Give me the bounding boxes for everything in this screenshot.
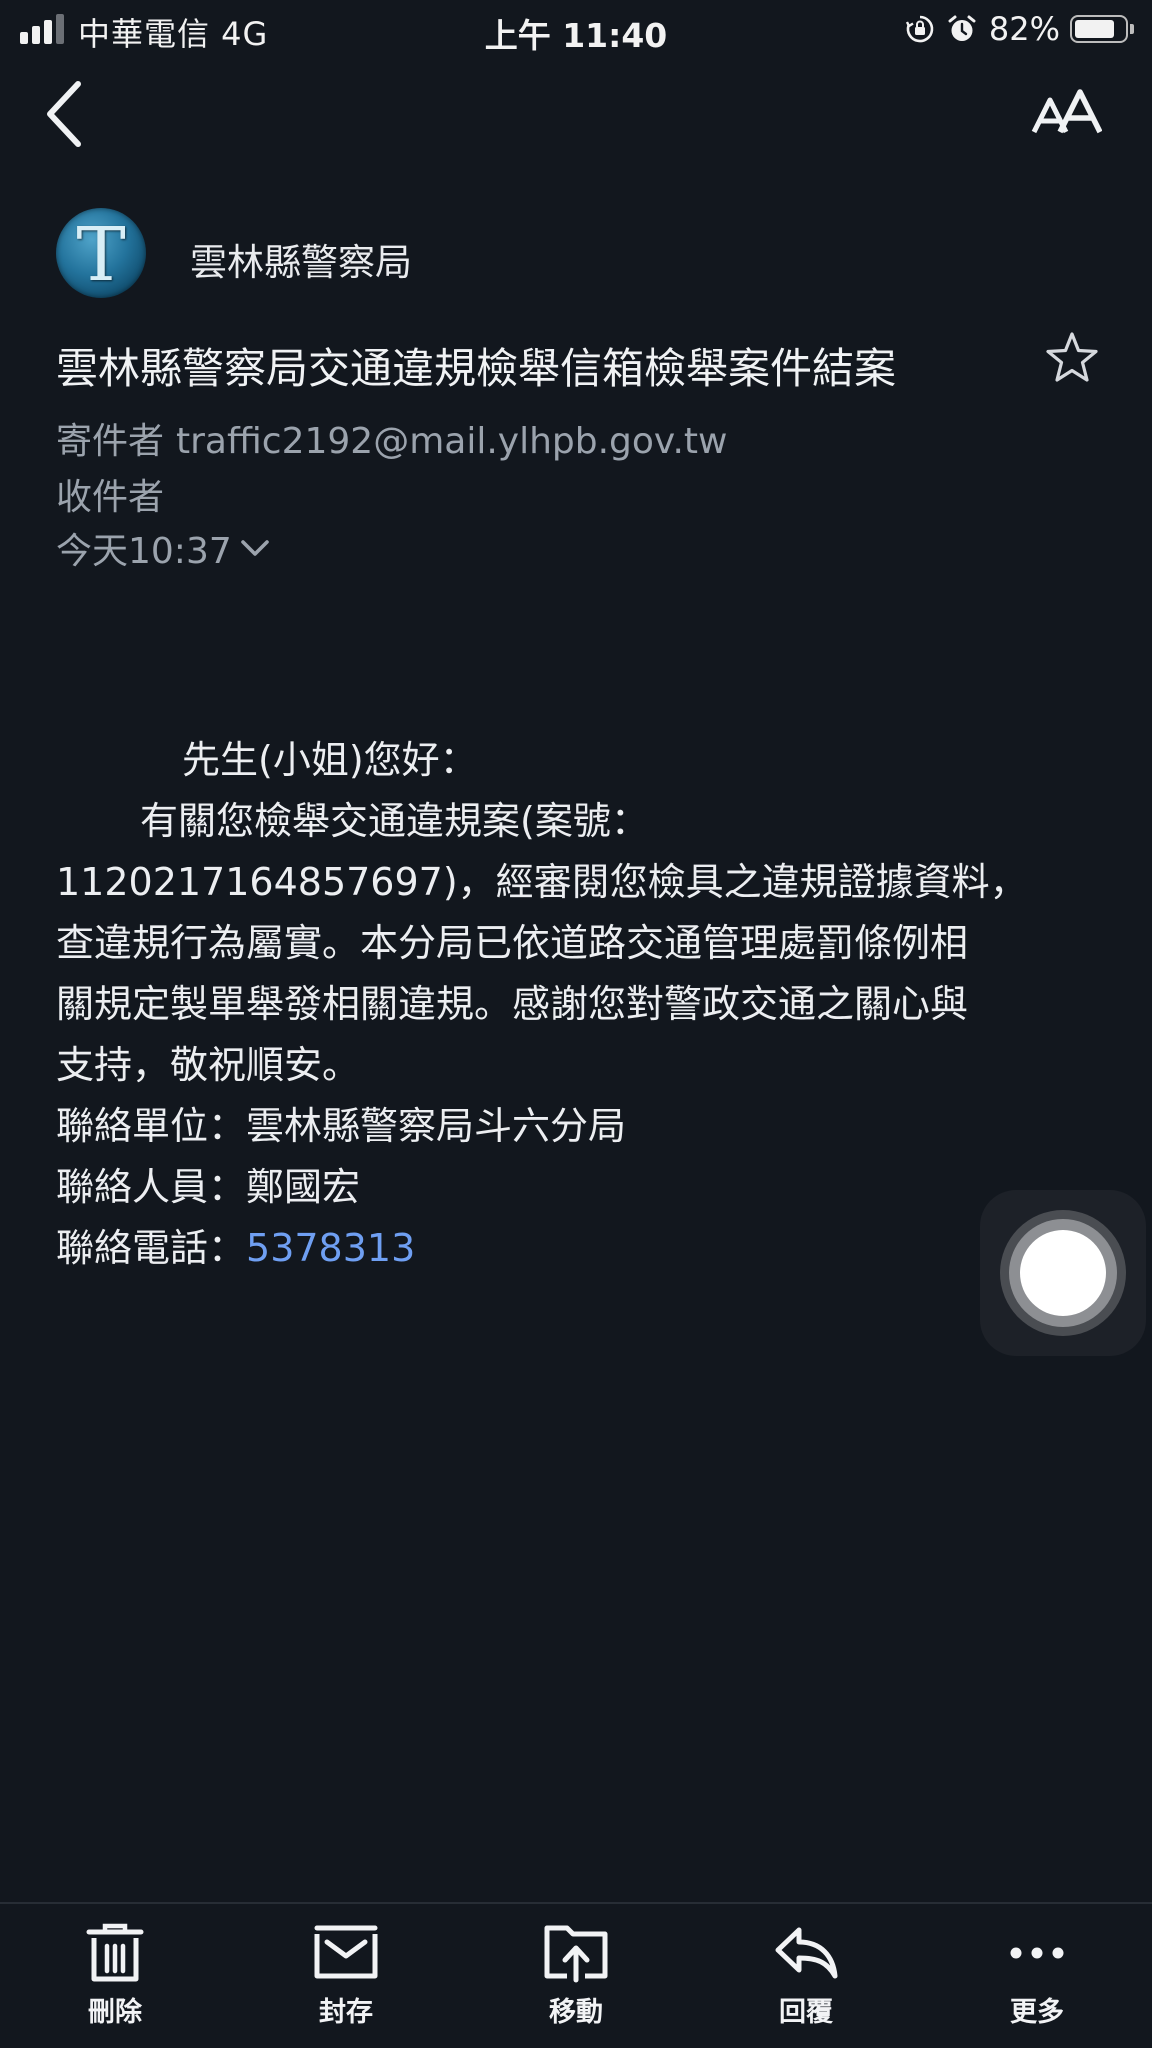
to-label: 收件者 [56,477,165,518]
body-line: 有關您檢舉交通違規案(案號： [140,799,649,843]
from-line: 寄件者 traffic2192@mail.ylhpb.gov.tw [56,412,727,464]
star-button[interactable] [1044,330,1100,386]
contact-unit: 聯絡單位：雲林縣警察局斗六分局 [56,1104,627,1148]
status-right-group: 82% [905,9,1134,49]
phone-link[interactable]: 5378313 [246,1226,415,1270]
more-button[interactable]: 更多 [972,1922,1102,2042]
battery-percent: 82% [988,10,1060,48]
date-toggle[interactable]: 今天10:37 [56,522,272,574]
contact-phone-label: 聯絡電話： [56,1226,247,1270]
archive-button[interactable]: 封存 [281,1922,411,2042]
from-label: 寄件者 [56,421,165,462]
avatar-letter: T [76,212,126,298]
orientation-lock-icon [905,15,934,43]
email-screen: 中華電信 4G 上午 11:40 82% T 雲林縣警察局 雲林縣警察局交通違規… [0,0,1152,2048]
more-icon [1010,1947,1064,1959]
delete-label: 刪除 [88,1997,142,2028]
assistive-core [1020,1230,1106,1316]
battery-nub [1130,24,1134,34]
email-body: 先生(小姐)您好： 有關您檢舉交通違規案(案號： 112021716485769… [56,730,1086,1279]
email-date: 今天10:37 [56,531,232,572]
alarm-icon [948,15,976,41]
sender-avatar[interactable]: T [56,208,146,298]
body-line: 1120217164857697)，經審閱您檢具之違規證據資料， [56,860,1028,904]
text-size-icon [1031,89,1103,134]
body-line: 關規定製單舉發相關違規。感謝您對警政交通之關心與 [56,982,969,1026]
trash-icon [86,1923,144,1982]
sender-name[interactable]: 雲林縣警察局 [190,232,412,286]
star-icon [1046,332,1098,382]
battery-fill [1075,20,1114,38]
to-line: 收件者 [56,468,164,520]
chevron-left-icon [47,81,81,147]
contact-person: 聯絡人員：鄭國宏 [56,1165,361,1209]
archive-label: 封存 [319,1997,373,2028]
reply-icon [775,1927,838,1979]
archive-icon [314,1925,378,1979]
back-button[interactable] [40,78,90,150]
move-folder-icon [544,1925,608,1983]
contact-phone-line: 聯絡電話：5378313 [56,1218,1086,1279]
reply-button[interactable]: 回覆 [741,1922,871,2042]
body-line: 查違規行為屬實。本分局已依道路交通管理處罰條例相 [56,921,969,965]
move-button[interactable]: 移動 [511,1922,641,2042]
body-greeting: 先生(小姐)您好： [182,738,478,782]
assistive-touch-button[interactable] [980,1190,1146,1356]
bottom-toolbar: 刪除 封存 移動 回覆 更多 [0,1902,1152,2048]
body-line: 支持，敬祝順安。 [56,1043,361,1087]
reply-label: 回覆 [779,1997,833,2028]
text-size-button[interactable] [1030,88,1103,138]
more-label: 更多 [1010,1997,1064,2028]
battery-icon [1070,15,1128,43]
from-address[interactable]: traffic2192@mail.ylhpb.gov.tw [176,421,727,462]
status-bar: 中華電信 4G 上午 11:40 82% [0,0,1152,58]
delete-button[interactable]: 刪除 [50,1922,180,2042]
email-subject: 雲林縣警察局交通違規檢舉信箱檢舉案件結案 [56,344,897,393]
chevron-down-icon [240,540,269,556]
move-label: 移動 [549,1997,603,2028]
